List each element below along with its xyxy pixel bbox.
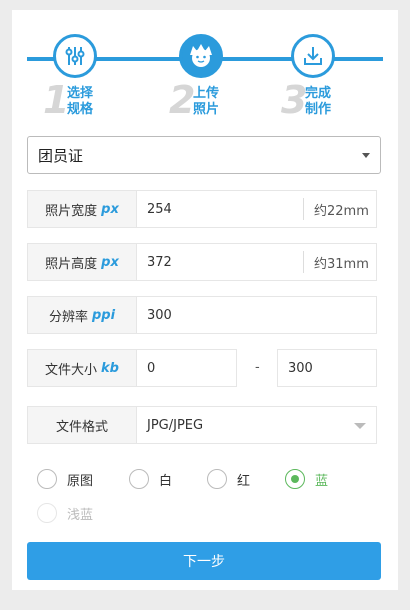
step-number: 3 (281, 78, 308, 122)
caret-down-icon (354, 423, 366, 429)
step-3: 3 完成 制作 (265, 28, 365, 128)
width-label: 照片宽度 px (27, 190, 137, 228)
filesize-label: 文件大小 kb (27, 349, 137, 387)
progress-steps: 1 选择 规格 2 上传 照片 3 完成 制作 (27, 28, 383, 128)
bg-option-original[interactable]: 原图 (37, 468, 93, 490)
height-label: 照片高度 px (27, 243, 137, 281)
step-number: 2 (169, 78, 196, 122)
step-label: 选择 规格 (67, 86, 94, 117)
radio-icon (37, 469, 57, 489)
bg-option-red[interactable]: 红 (207, 468, 250, 490)
bg-option-light-blue[interactable]: 浅蓝 (37, 502, 93, 524)
filesize-max-input[interactable]: 300 (277, 349, 377, 387)
step-label: 完成 制作 (305, 86, 332, 117)
width-mm-hint: 约22mm (303, 198, 377, 220)
filesize-row: 文件大小 kb 0 - 300 (27, 349, 377, 387)
height-row: 照片高度 px 372 约31mm (27, 243, 377, 281)
step-1: 1 选择 规格 (27, 28, 127, 128)
caret-down-icon (362, 153, 370, 158)
filesize-min-input[interactable]: 0 (136, 349, 237, 387)
range-separator: - (255, 360, 260, 375)
next-step-button[interactable]: 下一步 (27, 542, 381, 580)
radio-icon (129, 469, 149, 489)
width-row: 照片宽度 px 254 约22mm (27, 190, 377, 228)
radio-checked-icon (285, 469, 305, 489)
dpi-input[interactable]: 300 (136, 296, 377, 334)
spec-type-value: 团员证 (38, 146, 84, 165)
face-icon (179, 34, 223, 78)
radio-icon (207, 469, 227, 489)
format-label: 文件格式 (27, 406, 137, 444)
format-row: 文件格式 JPG/JPEG (27, 406, 377, 444)
radio-icon (37, 503, 57, 523)
height-mm-hint: 约31mm (303, 251, 377, 273)
dpi-row: 分辨率 ppi 300 (27, 296, 377, 334)
bg-option-white[interactable]: 白 (129, 468, 172, 490)
step-number: 1 (43, 78, 70, 122)
format-select[interactable]: JPG/JPEG (136, 406, 377, 444)
bg-option-blue[interactable]: 蓝 (285, 468, 328, 490)
step-label: 上传 照片 (193, 86, 220, 117)
step-2: 2 上传 照片 (153, 28, 253, 128)
download-icon (291, 34, 335, 78)
spec-type-select[interactable]: 团员证 (27, 136, 381, 174)
spec-card: 1 选择 规格 2 上传 照片 3 完成 制作 团员证 照片宽度 px 254 … (12, 10, 398, 590)
dpi-label: 分辨率 ppi (27, 296, 137, 334)
sliders-icon (53, 34, 97, 78)
